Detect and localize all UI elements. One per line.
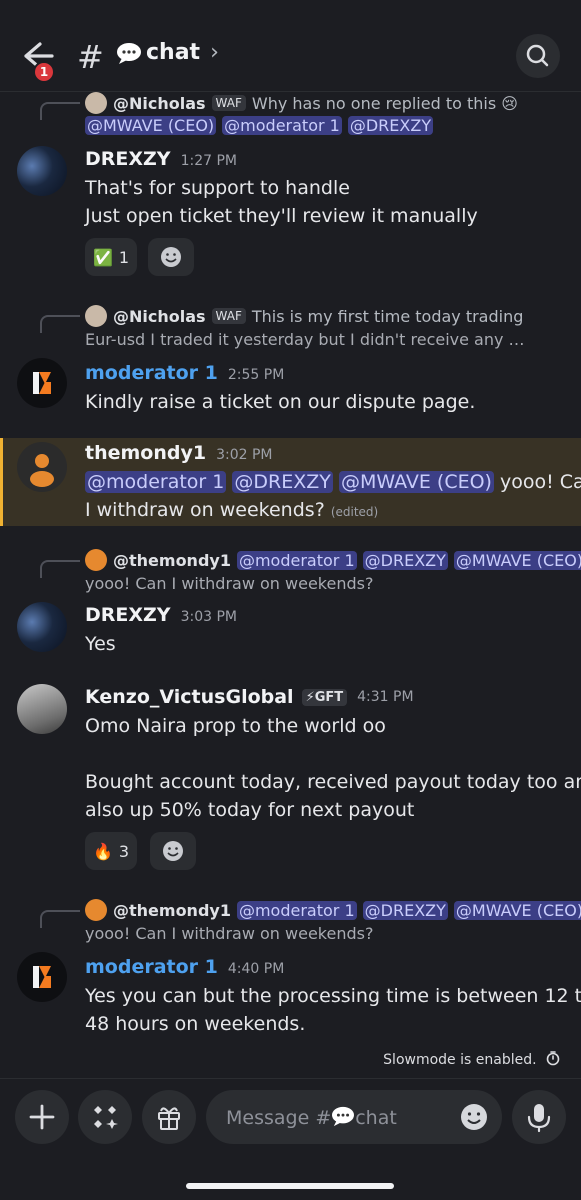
timestamp: 2:55 PM	[227, 367, 285, 383]
avatar[interactable]	[17, 146, 67, 196]
avatar[interactable]	[17, 684, 67, 734]
check-emoji-icon: ✅	[93, 247, 113, 267]
add-attachment-button[interactable]	[15, 1090, 69, 1144]
reaction-count: 1	[118, 247, 130, 267]
message-author[interactable]: themondy1 3:02 PM	[85, 442, 273, 464]
brand-logo-icon	[33, 966, 51, 988]
stopwatch-icon	[546, 1051, 560, 1066]
timestamp: 4:31 PM	[357, 689, 414, 705]
server-tag: WAF	[211, 95, 246, 111]
server-tag: WAF	[211, 308, 246, 324]
reply-connector	[40, 910, 80, 928]
reply-preview[interactable]: @Nicholas WAF This is my first time toda…	[85, 305, 523, 327]
avatar	[85, 92, 107, 114]
mention[interactable]: @DREXZY	[362, 900, 448, 920]
server-tag: ⚡GFT	[301, 688, 348, 706]
avatar	[85, 549, 107, 571]
mention[interactable]: @moderator 1	[236, 550, 357, 570]
mention[interactable]: @DREXZY	[362, 550, 448, 570]
mention[interactable]: @DREXZY	[232, 471, 333, 493]
avatar[interactable]	[17, 602, 67, 652]
avatar[interactable]	[17, 952, 67, 1002]
message-list[interactable]: @Nicholas WAF Why has no one replied to …	[0, 92, 581, 1078]
message-text: That's for support to handle Just open t…	[85, 177, 478, 227]
unread-badge: 1	[33, 61, 55, 83]
reply-text-continued: yooo! Can I withdraw on weekends?	[85, 574, 374, 593]
microphone-icon	[527, 1104, 551, 1133]
message-text: Yes	[85, 633, 116, 655]
search-button[interactable]	[516, 34, 560, 78]
hash-icon: #	[77, 38, 104, 76]
mention[interactable]: @moderator 1	[236, 900, 357, 920]
channel-header: 1 # chat ›	[0, 0, 581, 92]
slowmode-notice: Slowmode is enabled.	[383, 1050, 561, 1068]
message-author[interactable]: Kenzo_VictusGlobal ⚡GFT 4:31 PM	[85, 686, 414, 708]
message-author[interactable]: DREXZY 3:03 PM	[85, 604, 237, 626]
emoji-icon	[163, 841, 183, 861]
voice-message-button[interactable]	[512, 1090, 566, 1144]
mention[interactable]: @MWAVE (CEO)	[453, 550, 581, 570]
emoji-icon	[161, 247, 181, 267]
reply-text-continued: Eur-usd I traded it yesterday but I didn…	[85, 330, 525, 349]
message-placeholder: Message # chat	[226, 1106, 397, 1129]
plus-icon	[29, 1104, 55, 1130]
message-input[interactable]: Message # chat	[206, 1090, 502, 1144]
reply-connector	[40, 560, 80, 578]
add-reaction-button[interactable]	[148, 238, 194, 276]
user-silhouette-icon	[30, 454, 54, 487]
message-text: Kindly raise a ticket on our dispute pag…	[85, 391, 476, 413]
mention[interactable]: @MWAVE (CEO)	[453, 900, 581, 920]
reply-connector	[40, 102, 80, 120]
message-text: @moderator 1 @DREXZY @MWAVE (CEO) yooo! …	[85, 471, 581, 521]
channel-name: chat	[146, 40, 201, 65]
edited-label: (edited)	[330, 505, 379, 519]
message-text: Yes you can but the processing time is b…	[85, 985, 581, 1035]
avatar	[85, 899, 107, 921]
speech-bubble-icon	[117, 42, 141, 64]
channel-title[interactable]: chat ›	[116, 40, 219, 65]
mention[interactable]: @MWAVE (CEO)	[85, 116, 217, 135]
fire-emoji-icon: 🔥	[93, 841, 113, 861]
message-author[interactable]: DREXZY 1:27 PM	[85, 148, 237, 170]
message-text: Omo Naira prop to the world oo Bought ac…	[85, 715, 581, 821]
search-icon	[526, 44, 549, 67]
timestamp: 3:02 PM	[216, 447, 273, 463]
home-indicator[interactable]	[186, 1183, 394, 1189]
emoji-icon[interactable]	[457, 1100, 491, 1134]
reply-preview[interactable]: @themondy1 @moderator 1 @DREXZY @MWAVE (…	[85, 899, 581, 921]
gift-button[interactable]	[142, 1090, 196, 1144]
mention[interactable]: @MWAVE (CEO)	[338, 471, 494, 493]
avatar[interactable]	[17, 442, 67, 492]
reply-mentions: @MWAVE (CEO) @moderator 1 @DREXZY	[85, 116, 434, 135]
mention[interactable]: @DREXZY	[347, 116, 434, 135]
mention[interactable]: @moderator 1	[85, 471, 227, 493]
mention[interactable]: @moderator 1	[222, 116, 342, 135]
reply-connector	[40, 315, 80, 333]
avatar	[85, 305, 107, 327]
brand-logo-icon	[33, 372, 51, 394]
timestamp: 4:40 PM	[227, 961, 285, 977]
reaction-fire[interactable]: 🔥 3	[85, 832, 138, 870]
reaction-count: 3	[118, 841, 130, 861]
reply-preview[interactable]: @themondy1 @moderator 1 @DREXZY @MWAVE (…	[85, 549, 581, 571]
timestamp: 3:03 PM	[180, 609, 237, 625]
timestamp: 1:27 PM	[180, 153, 237, 169]
gift-icon	[158, 1107, 180, 1130]
message-author[interactable]: moderator 1 2:55 PM	[85, 362, 284, 384]
message-author[interactable]: moderator 1 4:40 PM	[85, 956, 284, 978]
reply-preview[interactable]: @Nicholas WAF Why has no one replied to …	[85, 92, 518, 114]
avatar[interactable]	[17, 358, 67, 408]
reply-text-continued: yooo! Can I withdraw on weekends?	[85, 924, 374, 943]
chevron-right-icon: ›	[210, 40, 219, 65]
speech-bubble-icon	[332, 1106, 355, 1127]
apps-button[interactable]	[78, 1090, 132, 1144]
add-reaction-button[interactable]	[150, 832, 196, 870]
reaction-check[interactable]: ✅ 1	[85, 238, 138, 276]
apps-icon	[94, 1106, 118, 1129]
